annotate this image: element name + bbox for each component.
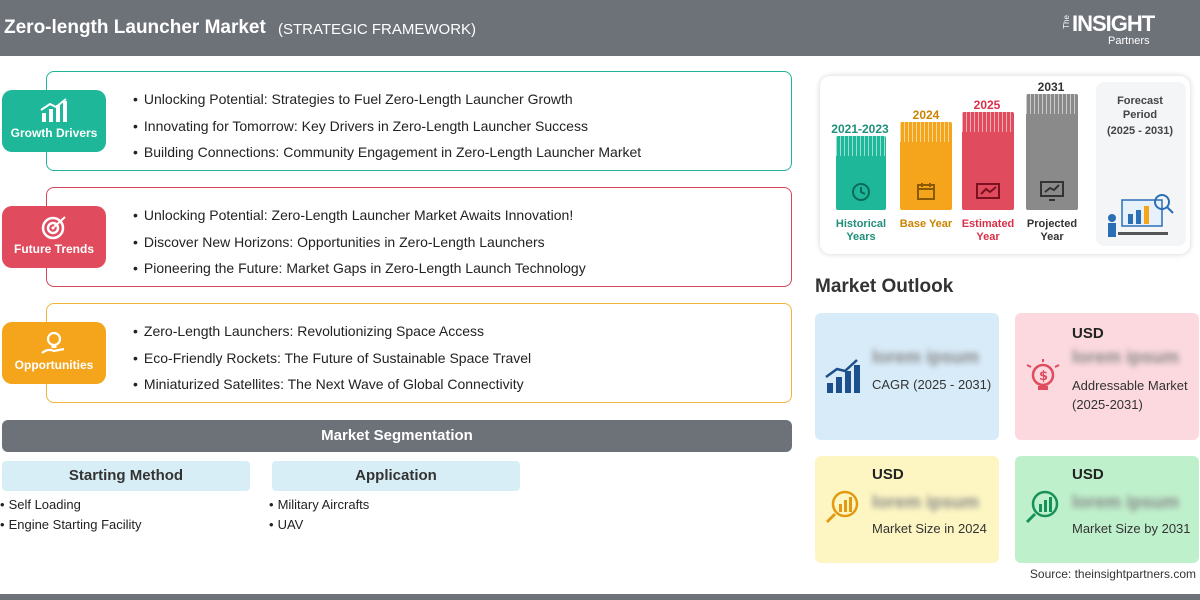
outlook-size-2031-box: USD lorem ipsum Market Size by 2031	[1015, 456, 1199, 563]
size-2024-label: Market Size in 2024	[872, 521, 987, 536]
list-item: UAV	[269, 517, 369, 537]
opportunities-list: Zero-Length Launchers: Revolutionizing S…	[133, 322, 531, 402]
label-projected: Projected Year	[1026, 218, 1078, 243]
bar-historical	[836, 136, 886, 210]
growth-drivers-label: Growth Drivers	[10, 126, 98, 140]
segment-heading-starting-method: Starting Method	[2, 461, 250, 491]
future-trends-label: Future Trends	[13, 242, 94, 256]
list-item: Pioneering the Future: Market Gaps in Ze…	[133, 259, 586, 286]
bar-base	[900, 122, 952, 210]
target-icon	[41, 216, 66, 240]
header-bar: Zero-length Launcher Market (STRATEGIC F…	[0, 0, 1200, 56]
estimate-chart-icon	[976, 183, 1000, 199]
logo-insight: INSIGHT	[1072, 11, 1155, 36]
growth-drivers-card: Unlocking Potential: Strategies to Fuel …	[46, 71, 792, 171]
list-item: Unlocking Potential: Zero-Length Launche…	[133, 206, 586, 233]
label-estimated: Estimated Year	[961, 218, 1015, 243]
page-subtitle: (STRATEGIC FRAMEWORK)	[278, 21, 477, 38]
footer-divider	[0, 594, 1200, 600]
bar-projected	[1026, 94, 1078, 210]
outlook-cagr-box: lorem ipsum CAGR (2025 - 2031)	[815, 313, 999, 440]
cagr-label: CAGR (2025 - 2031)	[872, 377, 992, 392]
projection-monitor-icon	[1040, 181, 1064, 201]
list-item: Military Aircrafts	[269, 497, 370, 517]
application-list: Military Aircrafts UAV	[269, 497, 370, 537]
label-base: Base Year	[899, 218, 953, 230]
market-segmentation-header: Market Segmentation	[2, 420, 792, 452]
outlook-addressable-box: USD $ lorem ipsum Addressable Market (20…	[1015, 313, 1199, 440]
money-lightbulb-icon: $	[1026, 359, 1060, 390]
usd-label: USD	[872, 466, 904, 483]
starting-method-list: Self Loading Engine Starting Facility	[0, 497, 142, 537]
svg-text:$: $	[1039, 369, 1048, 384]
list-item: Zero-Length Launchers: Revolutionizing S…	[133, 322, 531, 349]
source-link[interactable]: Source: theinsightpartners.com	[1030, 567, 1196, 581]
list-item: Engine Starting Facility	[0, 517, 142, 537]
list-item: Discover New Horizons: Opportunities in …	[133, 233, 586, 260]
growth-drivers-list: Unlocking Potential: Strategies to Fuel …	[133, 90, 641, 170]
analytics-illustration-icon	[1108, 194, 1174, 237]
label-historical: Historical Years	[835, 218, 887, 243]
forecast-title: Forecast Period	[1117, 95, 1163, 121]
lightbulb-hand-icon	[41, 331, 65, 354]
list-item: Innovating for Tomorrow: Key Drivers in …	[133, 117, 641, 144]
forecast-range: (2025 - 2031)	[1106, 125, 1174, 137]
opportunities-label: Opportunities	[14, 358, 94, 372]
growth-bar-chart-icon	[825, 359, 860, 393]
list-item: Eco-Friendly Rockets: The Future of Sust…	[133, 349, 531, 376]
timeline-card: 2021-2023 Historical Years 2024 Base Yea…	[820, 76, 1190, 254]
usd-label: USD	[1072, 325, 1104, 342]
bar-chart-icon	[40, 98, 67, 122]
future-trends-list: Unlocking Potential: Zero-Length Launche…	[133, 206, 586, 286]
history-clock-icon	[852, 183, 870, 201]
year-projected: 2031	[1037, 80, 1065, 94]
size-2031-label: Market Size by 2031	[1072, 521, 1191, 536]
list-item: Self Loading	[0, 497, 142, 517]
year-historical: 2021-2023	[831, 122, 889, 136]
addressable-value: lorem ipsum	[1072, 347, 1180, 367]
insight-partners-logo[interactable]: The INSIGHT Partners	[1062, 9, 1182, 49]
list-item: Building Connections: Community Engageme…	[133, 143, 641, 170]
market-outlook-title: Market Outlook	[815, 276, 954, 297]
size-2024-value: lorem ipsum	[872, 492, 980, 512]
cagr-value: lorem ipsum	[872, 347, 980, 367]
year-estimated: 2025	[973, 98, 1001, 112]
list-item: Unlocking Potential: Strategies to Fuel …	[133, 90, 641, 117]
logo-the: The	[1062, 15, 1071, 29]
segment-heading-application: Application	[272, 461, 520, 491]
opportunities-tag: Opportunities	[2, 322, 106, 384]
page-title: Zero-length Launcher Market	[4, 17, 266, 38]
market-size-search-icon	[825, 490, 859, 524]
growth-drivers-tag: Growth Drivers	[2, 90, 106, 152]
addressable-label: Addressable Market (2025-2031)	[1072, 378, 1188, 412]
future-trends-tag: Future Trends	[2, 206, 106, 268]
outlook-size-2024-box: USD lorem ipsum Market Size in 2024	[815, 456, 999, 563]
usd-label: USD	[1072, 466, 1104, 483]
future-trends-card: Unlocking Potential: Zero-Length Launche…	[46, 187, 792, 287]
calendar-icon	[917, 183, 935, 200]
opportunities-card: Zero-Length Launchers: Revolutionizing S…	[46, 303, 792, 403]
market-forecast-search-icon	[1025, 490, 1059, 524]
forecast-period: Forecast Period (2025 - 2031)	[1095, 94, 1185, 138]
logo-partners: Partners	[1108, 35, 1150, 47]
size-2031-value: lorem ipsum	[1072, 492, 1180, 512]
bar-estimated	[962, 112, 1014, 210]
list-item: Miniaturized Satellites: The Next Wave o…	[133, 375, 531, 402]
